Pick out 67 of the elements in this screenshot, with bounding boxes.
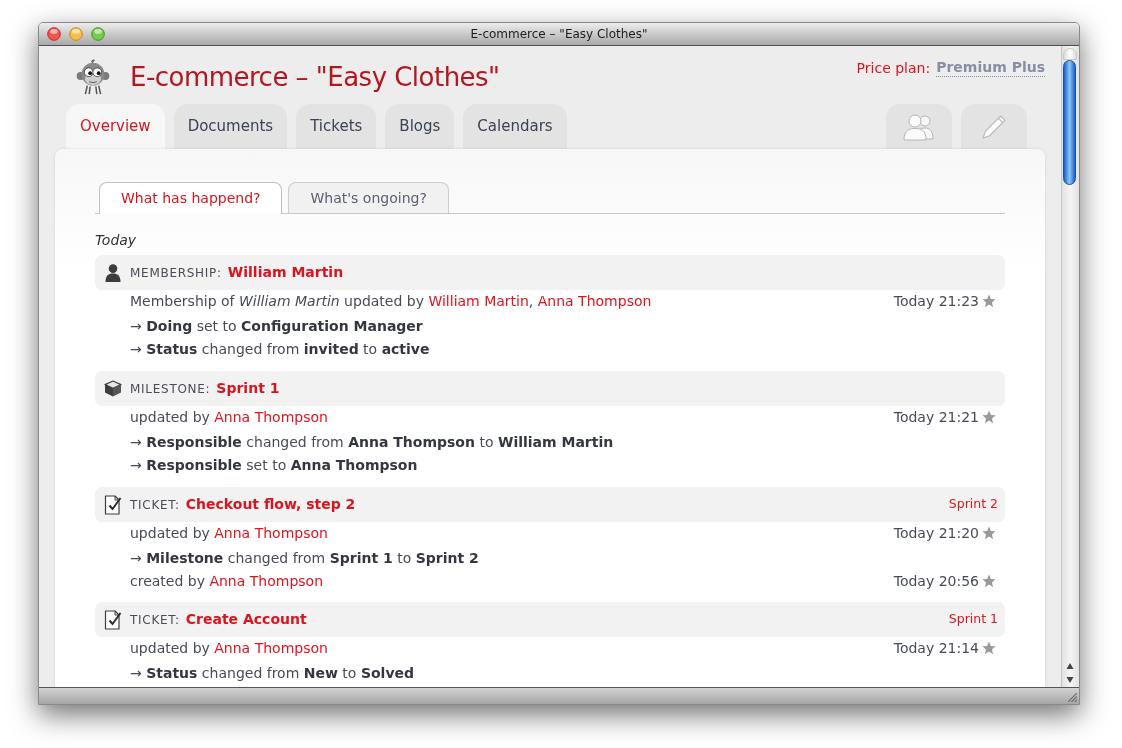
two-people-icon bbox=[902, 112, 936, 141]
timestamp: Today 21:20 bbox=[893, 523, 979, 543]
timestamp: Today 20:56 bbox=[893, 571, 979, 591]
user-link[interactable]: Anna Thompson bbox=[209, 572, 323, 589]
close-icon[interactable] bbox=[47, 27, 61, 41]
user-link[interactable]: William Martin bbox=[428, 292, 529, 309]
person-icon bbox=[104, 263, 121, 282]
nav-tab[interactable]: Calendars bbox=[463, 104, 567, 149]
sub-tab[interactable]: What has happend? bbox=[99, 182, 283, 214]
change-line: → Status changed from invited to active bbox=[130, 340, 430, 359]
milestone-link[interactable]: Sprint 1 bbox=[948, 610, 998, 629]
entry-type-label: MEMBERSHIP: bbox=[130, 264, 222, 282]
entry-title-link[interactable]: William Martin bbox=[227, 262, 344, 283]
scroll-track-cap bbox=[1062, 48, 1077, 60]
entry-type-label: TICKET: bbox=[130, 496, 180, 514]
change-line: → Doing set to Configuration Manager bbox=[130, 317, 423, 336]
activity-text: updated by Anna Thompson bbox=[130, 638, 328, 658]
entry-type-label: MILESTONE: bbox=[130, 380, 211, 398]
milestone-link[interactable]: Sprint 2 bbox=[948, 495, 998, 514]
timestamp: Today 21:23 bbox=[893, 291, 979, 311]
activity-text: updated by Anna Thompson bbox=[130, 523, 328, 543]
timestamp: Today 21:14 bbox=[893, 638, 979, 658]
resize-grip-icon[interactable] bbox=[1068, 693, 1077, 702]
user-link[interactable]: Anna Thompson bbox=[537, 292, 652, 309]
nav-tab[interactable]: Tickets bbox=[296, 104, 377, 149]
sub-tab[interactable]: What's ongoing? bbox=[288, 182, 449, 213]
maximize-icon[interactable] bbox=[91, 27, 105, 41]
change-line: → Responsible changed from Anna Thompson to William Martin bbox=[130, 433, 614, 452]
nav-tab[interactable]: Overview bbox=[66, 104, 165, 149]
page-title: E-commerce – "Easy Clothes" bbox=[130, 62, 500, 93]
change-line: → Status changed from New to Solved bbox=[130, 664, 415, 683]
user-link[interactable]: Anna Thompson bbox=[214, 408, 328, 425]
price-plan-label: Price plan: bbox=[856, 58, 931, 77]
activity-text: created by Anna Thompson bbox=[130, 571, 323, 591]
price-plan-link[interactable]: Premium Plus bbox=[936, 58, 1045, 77]
star-icon[interactable] bbox=[982, 641, 996, 655]
edit-tab[interactable] bbox=[961, 104, 1027, 149]
scroll-up-icon[interactable] bbox=[1065, 662, 1074, 670]
change-line: → Milestone changed from Sprint 1 to Sprint 2 bbox=[130, 549, 479, 568]
entry-title-link[interactable]: Sprint 1 bbox=[216, 378, 280, 399]
minimize-icon[interactable] bbox=[69, 27, 83, 41]
monkey-logo-icon bbox=[74, 58, 112, 96]
star-icon[interactable] bbox=[982, 294, 996, 308]
user-link[interactable]: Anna Thompson bbox=[214, 524, 328, 541]
star-icon[interactable] bbox=[982, 526, 996, 540]
entry-type-label: TICKET: bbox=[130, 611, 180, 629]
entry-title-link[interactable]: Checkout flow, step 2 bbox=[185, 494, 356, 515]
activity-text: updated by Anna Thompson bbox=[130, 407, 328, 427]
window-title: E-commerce – "Easy Clothes" bbox=[470, 26, 648, 43]
nav-tab[interactable]: Documents bbox=[173, 104, 288, 149]
nav-tab[interactable]: Blogs bbox=[385, 104, 455, 149]
activity-text: Membership of William Martin updated by William Martin, Anna Thompson bbox=[130, 291, 652, 311]
scroll-thumb[interactable] bbox=[1063, 60, 1076, 185]
entry-title-link[interactable]: Create Account bbox=[185, 609, 307, 630]
day-heading: Today bbox=[95, 231, 137, 249]
star-icon[interactable] bbox=[982, 410, 996, 424]
document-check-icon bbox=[103, 494, 122, 515]
pencil-icon bbox=[982, 114, 1006, 139]
change-line: → Responsible set to Anna Thompson bbox=[130, 456, 418, 475]
user-link[interactable]: Anna Thompson bbox=[214, 639, 328, 656]
scrollbar[interactable] bbox=[1061, 46, 1079, 687]
cube-icon bbox=[103, 380, 122, 397]
timestamp: Today 21:21 bbox=[893, 407, 979, 427]
star-icon[interactable] bbox=[982, 574, 996, 588]
members-tab[interactable] bbox=[886, 104, 952, 149]
scroll-down-icon[interactable] bbox=[1065, 676, 1074, 684]
document-check-icon bbox=[103, 609, 122, 630]
